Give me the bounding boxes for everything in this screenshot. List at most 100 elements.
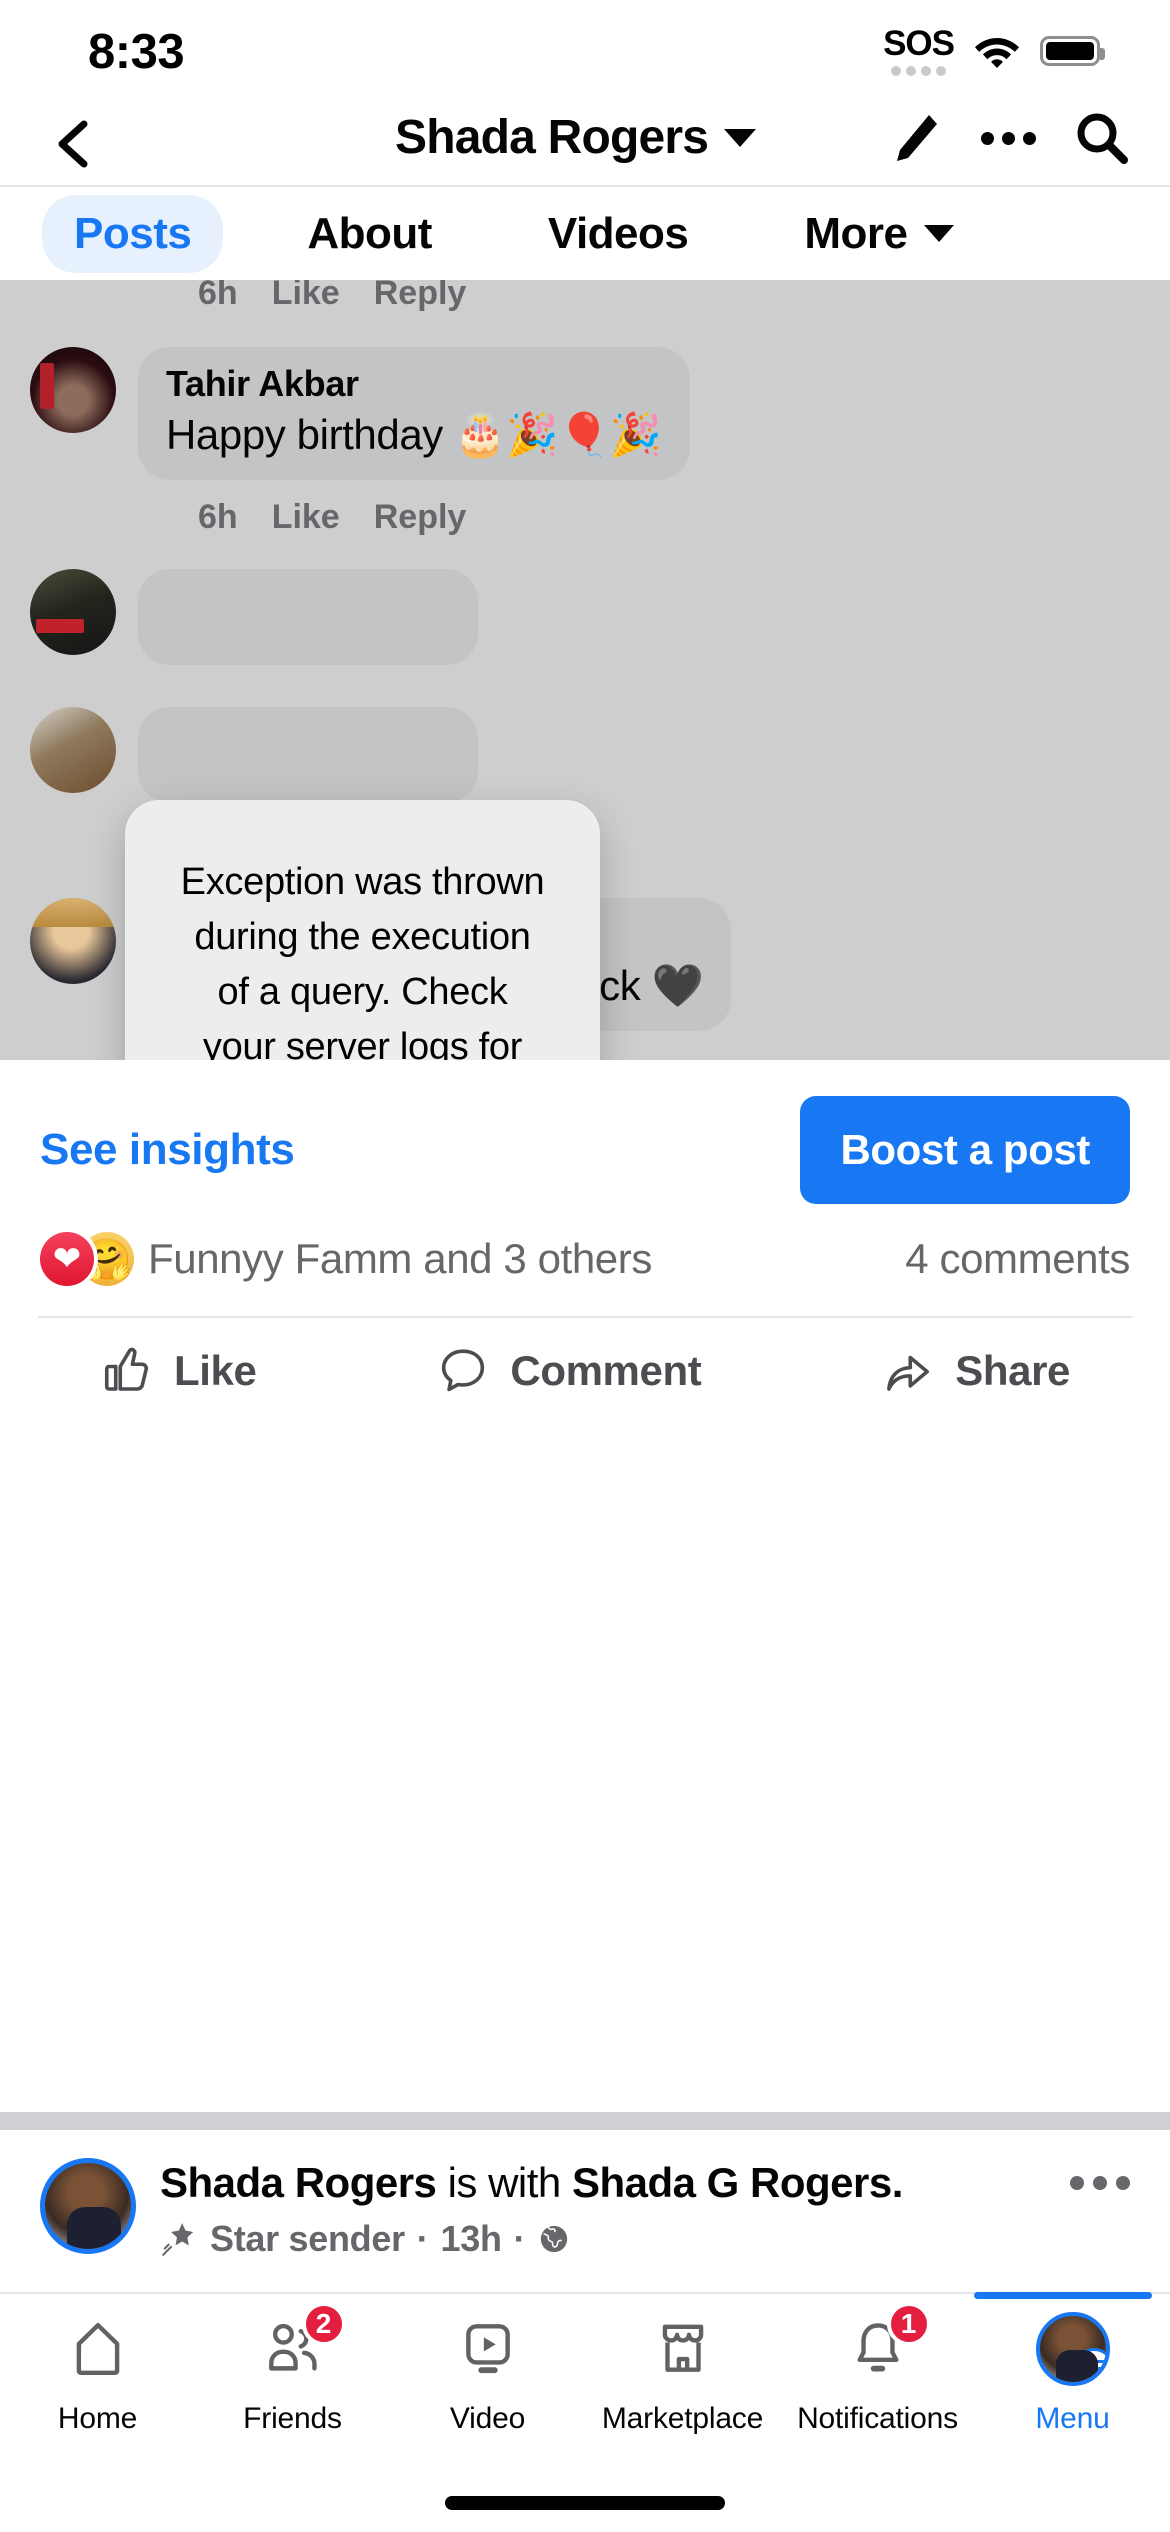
status-time: 8:33 — [88, 25, 185, 79]
comment-meta: 6h Like Reply — [0, 280, 1170, 313]
reactions-text: Funnyy Famm and 3 others — [148, 1235, 652, 1282]
share-arrow-icon — [887, 1355, 930, 1391]
share-label: Share — [955, 1347, 1070, 1394]
home-icon — [76, 2323, 119, 2375]
reactions-row: ❤ 🤗 Funnyy Famm and 3 others 4 comments — [0, 1232, 1170, 1316]
nav-label-home: Home — [57, 2402, 138, 2435]
nav-item-menu[interactable]: Menu — [974, 2292, 1170, 2436]
nav-label-menu: Menu — [1035, 2402, 1110, 2435]
comment-bubble-icon — [442, 1349, 485, 1392]
signal-dots-icon — [891, 66, 947, 76]
meta-separator: · — [416, 2218, 429, 2260]
nav-item-video[interactable]: Video — [390, 2312, 585, 2436]
nav-label-video: Video — [449, 2402, 526, 2435]
nav-label-notifications: Notifications — [797, 2402, 958, 2435]
post-more-menu[interactable] — [1070, 2158, 1130, 2190]
nav-actions — [889, 110, 1130, 166]
tab-about[interactable]: About — [275, 195, 464, 273]
love-reaction-icon: ❤ — [40, 1232, 94, 1286]
like-label: Like — [173, 1347, 257, 1394]
post-connector: is with — [436, 2159, 572, 2206]
comment-time: 6h — [198, 280, 238, 312]
comment-reply-button[interactable]: Reply — [374, 280, 467, 313]
battery-full-icon — [1040, 36, 1105, 66]
status-bar: 8:33 SOS — [0, 0, 1170, 100]
back-chevron-icon[interactable] — [46, 116, 102, 172]
feed-separator — [0, 2112, 1170, 2130]
comment-item: Tahir Akbar Happy birthday 🎂🎉🎈🎉 — [0, 347, 1170, 480]
pencil-edit-icon[interactable] — [889, 111, 943, 165]
see-insights-link[interactable]: See insights — [40, 1125, 295, 1175]
reactions-summary[interactable]: ❤ 🤗 Funnyy Famm and 3 others — [40, 1232, 652, 1286]
wifi-icon — [974, 34, 1020, 68]
comment-author[interactable]: Tahir Akbar — [166, 363, 662, 405]
nav-bar: Shada Rogers — [0, 100, 1170, 185]
nav-item-home[interactable]: Home — [0, 2312, 195, 2436]
post-footer: See insights Boost a post ❤ 🤗 Funnyy Fam… — [0, 1060, 1170, 1426]
comment-meta: 6h Like Reply — [0, 498, 1170, 537]
video-icon — [465, 2324, 510, 2374]
comment-label: Comment — [510, 1347, 702, 1394]
chevron-down-icon — [724, 128, 757, 147]
active-tab-indicator — [974, 2292, 1152, 2299]
nav-label-friends: Friends — [243, 2402, 342, 2435]
tab-more[interactable]: More — [772, 195, 985, 273]
tab-posts-label: Posts — [74, 208, 192, 258]
marketplace-icon — [662, 2324, 703, 2372]
like-button[interactable]: Like — [100, 1344, 257, 1398]
tab-videos-label: Videos — [547, 208, 689, 258]
comment-like-button[interactable]: Like — [272, 498, 340, 537]
hamburger-icon — [1073, 2348, 1106, 2382]
nav-item-friends[interactable]: 2 Friends — [195, 2302, 390, 2436]
post-actions-row: Like Comment Share — [0, 1318, 1170, 1426]
comment-button[interactable]: Comment — [436, 1344, 702, 1398]
tab-posts[interactable]: Posts — [42, 194, 224, 273]
post-author[interactable]: Shada Rogers — [160, 2159, 437, 2206]
more-horizontal-icon[interactable] — [981, 131, 1036, 145]
profile-menu-icon — [1035, 2312, 1110, 2386]
avatar[interactable] — [30, 898, 116, 984]
tab-videos[interactable]: Videos — [516, 195, 720, 273]
share-button[interactable]: Share — [881, 1344, 1070, 1398]
avatar[interactable] — [40, 2158, 136, 2254]
chevron-down-icon — [923, 225, 954, 242]
avatar[interactable] — [30, 569, 116, 655]
status-icons: SOS — [883, 24, 1105, 76]
boost-post-button[interactable]: Boost a post — [800, 1096, 1130, 1204]
notifications-badge: 1 — [886, 2302, 931, 2346]
star-sender-badge: Star sender — [210, 2218, 405, 2260]
nav-item-notifications[interactable]: 1 Notifications — [780, 2302, 975, 2436]
comment-bubble: Tahir Akbar Happy birthday 🎂🎉🎈🎉 — [138, 347, 690, 480]
nav-item-marketplace[interactable]: Marketplace — [585, 2312, 780, 2436]
comment-item — [0, 569, 1170, 665]
globe-icon — [541, 2226, 568, 2253]
post-time: 13h — [440, 2218, 502, 2260]
post-meta: Star sender · 13h · — [160, 2218, 1046, 2260]
page-title-dropdown[interactable]: Shada Rogers — [395, 110, 757, 165]
friends-badge: 2 — [301, 2302, 346, 2346]
sos-indicator: SOS — [883, 24, 955, 76]
next-post-header: Shada Rogers is with Shada G Rogers. Sta… — [0, 2130, 1170, 2261]
avatar[interactable] — [30, 347, 116, 433]
tab-about-label: About — [307, 208, 432, 258]
page-title: Shada Rogers — [395, 111, 709, 164]
meta-separator: · — [513, 2218, 526, 2260]
sos-label: SOS — [883, 24, 955, 63]
post-author-line: Shada Rogers is with Shada G Rogers. — [160, 2158, 1046, 2208]
avatar[interactable] — [30, 707, 116, 793]
shooting-star-icon — [162, 2223, 194, 2257]
comments-count[interactable]: 4 comments — [905, 1235, 1130, 1283]
comment-text: Happy birthday 🎂🎉🎈🎉 — [166, 411, 662, 458]
comment-reply-button[interactable]: Reply — [374, 498, 467, 537]
post-tagged-person[interactable]: Shada G Rogers. — [572, 2159, 903, 2206]
home-indicator[interactable] — [445, 2496, 725, 2510]
comment-bubble — [138, 707, 478, 803]
profile-tab-row: Posts About Videos More — [0, 187, 1170, 280]
thumbs-up-icon — [104, 1347, 149, 1391]
nav-label-marketplace: Marketplace — [601, 2402, 764, 2435]
comment-bubble — [138, 569, 478, 665]
comment-item — [0, 707, 1170, 803]
comment-time: 6h — [198, 498, 238, 536]
comment-like-button[interactable]: Like — [272, 280, 340, 313]
search-icon[interactable] — [1074, 110, 1130, 166]
